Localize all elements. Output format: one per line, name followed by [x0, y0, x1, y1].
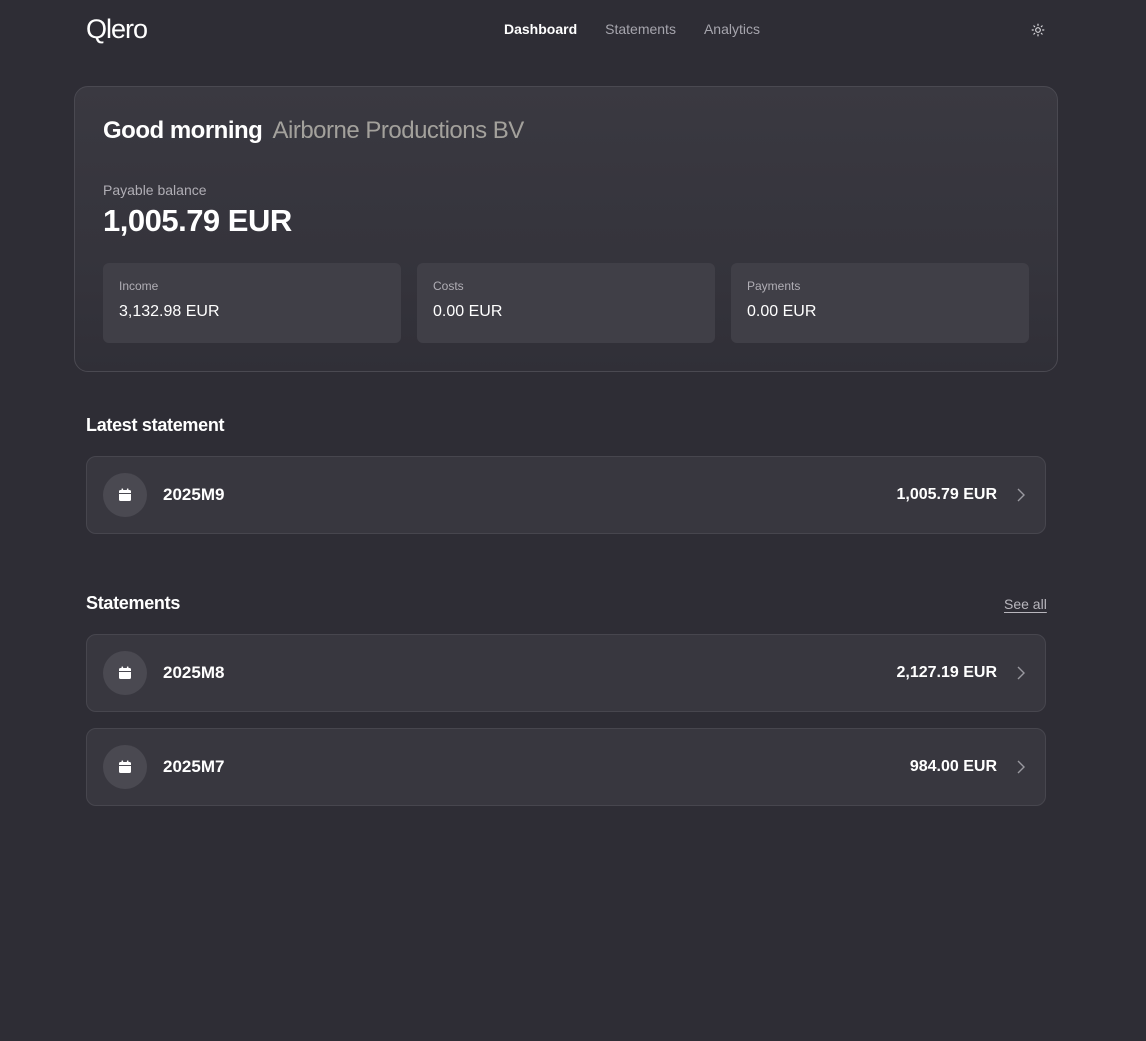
app-logo[interactable]: Qlero: [86, 14, 148, 45]
nav-analytics[interactable]: Analytics: [704, 21, 760, 37]
statement-period: 2025M8: [163, 663, 225, 682]
statement-row[interactable]: 2025M7 984.00 EUR: [86, 728, 1046, 806]
nav-dashboard[interactable]: Dashboard: [504, 21, 577, 37]
greeting-text: Good morning: [103, 117, 263, 144]
latest-statement-title: Latest statement: [86, 415, 225, 435]
statement-row[interactable]: 2025M8 2,127.19 EUR: [86, 634, 1046, 712]
stat-value: 0.00 EUR: [747, 303, 817, 320]
stats-row: Income 3,132.98 EUR Costs 0.00 EUR Payme…: [103, 263, 1029, 343]
theme-toggle-button[interactable]: [1026, 18, 1050, 42]
balance-value: 1,005.79 EUR: [103, 203, 292, 238]
statement-amount: 2,127.19 EUR: [896, 664, 997, 681]
statement-period: 2025M7: [163, 757, 225, 776]
sun-icon: [1031, 23, 1045, 37]
stat-payments: Payments 0.00 EUR: [731, 263, 1029, 343]
balance-card: Good morning Airborne Productions BV Pay…: [74, 86, 1058, 372]
nav-statements[interactable]: Statements: [605, 21, 676, 37]
main-nav: Dashboard Statements Analytics: [504, 21, 760, 37]
top-bar: Qlero Dashboard Statements Analytics: [0, 0, 1146, 60]
balance-label: Payable balance: [103, 182, 207, 198]
statement-row-latest[interactable]: 2025M9 1,005.79 EUR: [86, 456, 1046, 534]
chevron-right-icon: [1017, 760, 1025, 774]
chevron-right-icon: [1017, 666, 1025, 680]
stat-label: Costs: [433, 279, 464, 293]
statements-title: Statements: [86, 593, 181, 613]
see-all-link[interactable]: See all: [1004, 596, 1047, 612]
chevron-right-icon: [1017, 488, 1025, 502]
calendar-icon: [103, 651, 147, 695]
calendar-icon: [103, 745, 147, 789]
stat-costs: Costs 0.00 EUR: [417, 263, 715, 343]
stat-label: Income: [119, 279, 159, 293]
statement-period: 2025M9: [163, 485, 225, 504]
stat-value: 0.00 EUR: [433, 303, 503, 320]
statement-amount: 984.00 EUR: [909, 758, 997, 775]
stat-value: 3,132.98 EUR: [119, 303, 220, 320]
calendar-icon: [103, 473, 147, 517]
company-name: Airborne Productions BV: [272, 117, 524, 144]
stat-label: Payments: [747, 279, 801, 293]
stat-income: Income 3,132.98 EUR: [103, 263, 401, 343]
statement-amount: 1,005.79 EUR: [896, 486, 997, 503]
greeting-heading: Good morning Airborne Productions BV: [103, 117, 524, 145]
